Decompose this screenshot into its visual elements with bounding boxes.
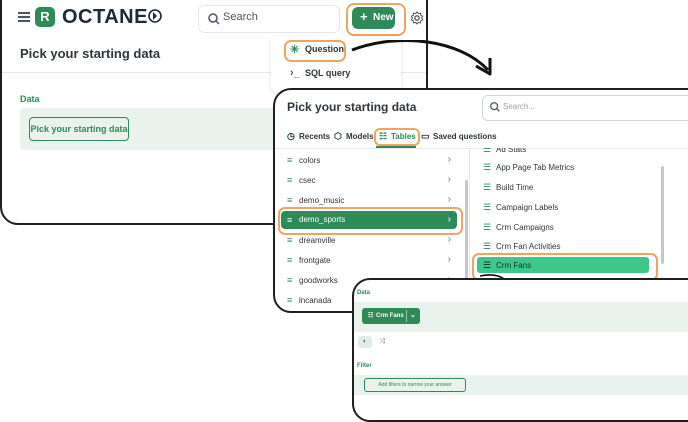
table-icon: ☷ (379, 131, 388, 141)
search-label: Search (223, 11, 258, 23)
table-name: Build Time (496, 183, 534, 192)
toggle-icon[interactable]: ◐ (358, 336, 372, 348)
global-search[interactable]: Search (198, 5, 340, 33)
hamburger-menu-icon[interactable] (18, 12, 30, 22)
menu-item-label: SQL query (305, 68, 351, 78)
table-name: Crm Campaigns (496, 223, 554, 232)
database-item[interactable]: ≡ frontgate › (287, 251, 457, 271)
table-name: App Page Tab Metrics (496, 163, 575, 172)
database-icon: ≡ (287, 215, 293, 225)
search-icon (208, 13, 220, 25)
folder-icon: ▭ (421, 131, 430, 141)
logo-mark-icon (148, 9, 162, 23)
table-icon: ☰ (483, 182, 492, 192)
picker-title: Pick your starting data (287, 100, 417, 114)
filter-section-label: Filter (357, 363, 372, 369)
page-title: Pick your starting data (20, 46, 161, 61)
chevron-right-icon: › (447, 194, 451, 205)
table-name: Crm Fans (496, 261, 532, 270)
table-icon: ☰ (483, 162, 492, 172)
table-item[interactable]: ☰ Campaign Labels (483, 198, 653, 218)
database-item[interactable]: ≡ dreamville › (287, 231, 457, 251)
database-name: demo_sports (299, 215, 346, 224)
logo-icon: R (35, 7, 55, 27)
table-name: Campaign Labels (496, 203, 559, 212)
data-section-label: Data (357, 290, 371, 296)
table-icon: ☷ (368, 313, 374, 319)
chevron-right-icon: › (447, 234, 451, 245)
plus-icon: + (360, 9, 368, 24)
selected-table-pill[interactable]: ☷ Crm Fans ⌄ (362, 308, 420, 324)
database-icon: ≡ (287, 295, 293, 305)
database-name: frontgate (299, 256, 331, 265)
database-item[interactable]: ≡ csec › (287, 171, 457, 191)
clock-icon: ◷ (287, 131, 295, 141)
database-name: dreamville (299, 236, 336, 245)
question-highlight (284, 40, 346, 62)
terminal-icon: ›_ (290, 67, 300, 79)
table-item[interactable]: ☰ Build Time (483, 178, 653, 198)
chevron-down-icon[interactable]: ⌄ (410, 311, 416, 319)
tab-label: Models (346, 132, 374, 141)
table-pill-label: Crm Fans (376, 313, 404, 319)
new-button-label: New (373, 12, 394, 23)
search-icon (490, 102, 500, 112)
join-icon[interactable]: ⤨ (376, 336, 388, 348)
database-icon: ≡ (287, 235, 293, 245)
search-placeholder: Search... (503, 102, 536, 111)
table-icon: ☰ (483, 260, 492, 270)
database-name: demo_music (299, 196, 345, 205)
table-name: Crm Fan Activities (496, 242, 561, 251)
database-item-selected[interactable]: ≡ demo_sports › (281, 211, 457, 229)
cube-icon: ⬡ (334, 131, 342, 141)
database-name: lncanada (299, 296, 332, 305)
pick-starting-data-button[interactable]: Pick your starting data (29, 117, 129, 141)
table-item[interactable]: ☰ Crm Campaigns (483, 218, 653, 238)
database-item[interactable]: ≡ colors › (287, 151, 457, 171)
logo-text: OCTANE (62, 6, 148, 28)
database-icon: ≡ (287, 155, 293, 165)
gear-icon[interactable] (410, 11, 424, 25)
database-icon: ≡ (287, 175, 293, 185)
database-icon: ≡ (287, 275, 293, 285)
table-icon: ☰ (483, 202, 492, 212)
table-icon: ☰ (483, 241, 492, 251)
tab-label: Tables (391, 132, 416, 141)
chevron-right-icon: › (447, 174, 451, 185)
table-item[interactable]: ☰ App Page Tab Metrics (483, 158, 653, 178)
new-button[interactable]: + New (352, 7, 395, 29)
table-icon: ☰ (483, 222, 492, 232)
data-section-label: Data (20, 94, 40, 104)
database-name: goodworks (299, 276, 338, 285)
database-icon: ≡ (287, 255, 293, 265)
database-icon: ≡ (287, 195, 293, 205)
top-navigation-bar: R OCTANE Search + New (2, 2, 426, 36)
tables-list-clip (469, 140, 688, 148)
notebook-result-panel: Data ☷ Crm Fans ⌄ ◐ ⤨ Filter Add filters… (352, 278, 688, 422)
table-item-selected[interactable]: ☰ Crm Fans (477, 257, 649, 273)
chevron-right-icon: › (447, 214, 451, 225)
chevron-right-icon: › (447, 154, 451, 165)
tab-label: Recents (299, 132, 331, 141)
table-list-scrollbar[interactable] (661, 166, 664, 264)
chevron-right-icon: › (447, 254, 451, 265)
database-name: colors (299, 156, 321, 165)
add-filter-button[interactable]: Add filters to narrow your answer (364, 378, 466, 392)
database-name: csec (299, 176, 316, 185)
pill-separator (406, 310, 407, 322)
picker-search-input[interactable]: Search... (482, 95, 688, 121)
